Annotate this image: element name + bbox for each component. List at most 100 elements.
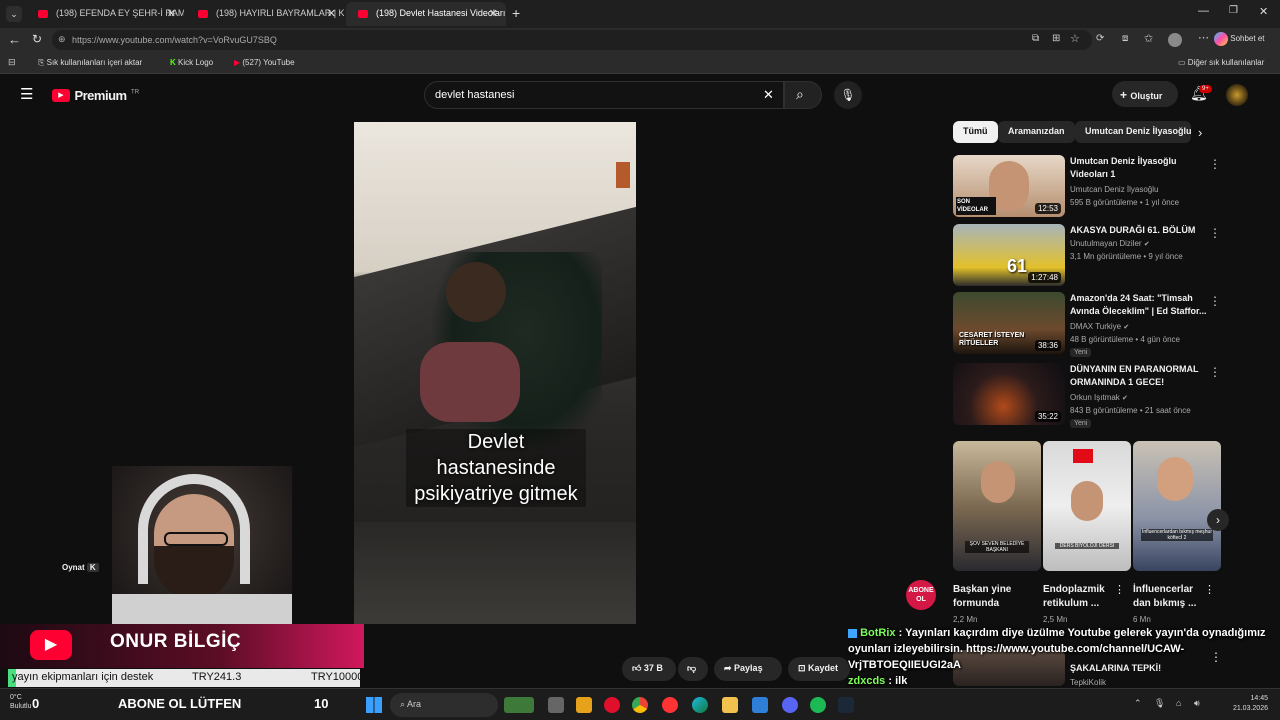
- short-more-options-icon[interactable]: ⋮: [1114, 583, 1125, 596]
- more-options-icon[interactable]: ⋮: [1209, 157, 1221, 171]
- bookmark-import[interactable]: ⎘ Sık kullanılanları içeri aktar: [38, 58, 142, 68]
- video-title[interactable]: AKASYA DURAĞI 61. BÖLÜM: [1070, 224, 1208, 237]
- dislike-button[interactable]: 👎︎: [678, 657, 708, 681]
- shorts-next-arrow-icon[interactable]: ›: [1207, 509, 1229, 531]
- donation-text: yayın ekipmanları için destek: [12, 671, 154, 683]
- chrome-icon[interactable]: [632, 697, 648, 713]
- channel-name[interactable]: Orkun Işıtmak ✔: [1070, 393, 1210, 402]
- tab-actions-chevron-icon[interactable]: ⌄: [6, 6, 22, 22]
- system-tray-chevron-icon[interactable]: ⌃: [1134, 698, 1142, 709]
- network-icon[interactable]: ⌂: [1176, 698, 1181, 708]
- maximize-icon[interactable]: ❐: [1229, 5, 1238, 16]
- collections-icon[interactable]: ⋯: [1198, 31, 1209, 44]
- search-input[interactable]: devlet hastanesi ✕: [424, 81, 784, 109]
- profile-avatar[interactable]: [1168, 33, 1182, 47]
- tab-hayirli-bayramlar[interactable]: (198) HAYIRLI BAYRAMLAR | Kanse ✕: [186, 2, 344, 26]
- more-options-icon[interactable]: ⋮: [1209, 294, 1221, 308]
- site-info-icon[interactable]: ⊕: [58, 34, 66, 45]
- volume-icon[interactable]: 🔊︎: [1194, 698, 1200, 709]
- taskbar-app-icon[interactable]: [576, 697, 592, 713]
- recommendation-item[interactable]: 61 1:27:48 AKASYA DURAĞI 61. BÖLÜM Unutu…: [953, 224, 1223, 288]
- refresh-page-icon[interactable]: ⟳: [1096, 33, 1104, 44]
- video-thumbnail[interactable]: SON VİDEOLAR 12:53: [953, 155, 1065, 217]
- voice-search-mic-icon[interactable]: 🎙: [834, 81, 862, 109]
- task-view-icon[interactable]: [548, 697, 564, 713]
- split-screen-icon[interactable]: ⧈: [1122, 33, 1128, 44]
- extensions-icon[interactable]: ⊞: [1052, 33, 1060, 44]
- bookmark-youtube[interactable]: ▶ (527) YouTube: [234, 58, 295, 67]
- search-button[interactable]: ⌕: [784, 81, 822, 109]
- close-tab-icon[interactable]: ✕: [167, 7, 176, 20]
- menu-hamburger-icon[interactable]: ☰: [20, 85, 33, 103]
- video-title[interactable]: Umutcan Deniz İlyasoğlu Videoları 1: [1070, 155, 1208, 181]
- taskbar-app-icon[interactable]: [504, 697, 534, 713]
- weather-widget[interactable]: 0°C Bulutlu: [10, 693, 31, 711]
- channel-name[interactable]: DMAX Turkiye ✔: [1070, 322, 1210, 331]
- video-thumbnail[interactable]: 61 1:27:48: [953, 224, 1065, 286]
- chips-next-arrow-icon[interactable]: ›: [1198, 125, 1202, 140]
- video-thumbnail[interactable]: 35:22: [953, 363, 1065, 425]
- bookmark-kick-logo[interactable]: K Kick Logo: [170, 58, 213, 67]
- new-tab-plus-icon[interactable]: +: [512, 5, 520, 21]
- spotify-icon[interactable]: [810, 697, 826, 713]
- clear-search-icon[interactable]: ✕: [763, 87, 774, 103]
- minimize-icon[interactable]: —: [1198, 5, 1209, 17]
- short-title[interactable]: Endoplazmik retikulum ...: [1043, 583, 1113, 611]
- channel-name[interactable]: Umutcan Deniz İlyasoğlu: [1070, 185, 1210, 194]
- short-more-options-icon[interactable]: ⋮: [1204, 583, 1215, 596]
- close-tab-icon[interactable]: ✕: [489, 7, 498, 20]
- opera-icon[interactable]: [604, 697, 620, 713]
- favorites-icon[interactable]: ✩: [1144, 32, 1153, 45]
- short-title[interactable]: Başkan yine formunda: [953, 583, 1023, 611]
- microphone-tray-icon[interactable]: 🎙: [1154, 698, 1165, 709]
- url-field[interactable]: ⊕ https://www.youtube.com/watch?v=VoRvuG…: [52, 30, 1092, 50]
- taskbar-search[interactable]: ⌕ Ara: [390, 693, 498, 717]
- chip-from-search[interactable]: Aramanızdan: [998, 121, 1075, 143]
- address-bar-row: ← ↻ ⊕ https://www.youtube.com/watch?v=Vo…: [0, 28, 1280, 52]
- recommendation-item[interactable]: SON VİDEOLAR 12:53 Umutcan Deniz İlyasoğ…: [953, 155, 1223, 219]
- discord-icon[interactable]: [782, 697, 798, 713]
- create-button[interactable]: + Oluştur: [1112, 81, 1178, 107]
- youtube-logo[interactable]: ▶ Premium TR: [52, 87, 139, 105]
- translate-icon[interactable]: ⧉: [1032, 33, 1039, 44]
- recommendation-item[interactable]: 35:22 DÜNYANIN EN PARANORMAL ORMANINDA 1…: [953, 363, 1223, 429]
- yandex-icon[interactable]: [662, 697, 678, 713]
- steam-icon[interactable]: [838, 697, 854, 713]
- like-button[interactable]: 👍︎ 37 B: [622, 657, 676, 681]
- share-button[interactable]: ➦ Paylaş: [714, 657, 782, 681]
- other-bookmarks[interactable]: ▭ Diğer sık kullanılanlar: [1178, 58, 1264, 67]
- tab-efenda[interactable]: (198) EFENDA EY ŞEHR-İ RAMAZAN ✕: [26, 2, 184, 26]
- tab-actions-icon[interactable]: ⊟: [8, 57, 16, 68]
- account-avatar[interactable]: [1226, 84, 1248, 106]
- close-tab-icon[interactable]: ✕: [327, 7, 336, 20]
- file-explorer-icon[interactable]: [722, 697, 738, 713]
- more-options-icon[interactable]: ⋮: [1209, 365, 1221, 379]
- chat-text: ilk: [895, 675, 908, 687]
- back-arrow-icon[interactable]: ←: [8, 32, 21, 47]
- favorite-star-icon[interactable]: ☆: [1070, 32, 1080, 45]
- video-thumbnail[interactable]: CESARET İSTEYEN RİTÜELLER 38:36: [953, 292, 1065, 354]
- chat-message: zdxcds : ilk: [848, 675, 908, 687]
- kick-icon: K: [170, 58, 178, 67]
- refresh-icon[interactable]: ↻: [32, 32, 42, 46]
- store-icon[interactable]: [752, 697, 768, 713]
- start-windows-icon[interactable]: [366, 697, 382, 713]
- copilot-chat-button[interactable]: Sohbet et: [1214, 32, 1264, 46]
- tab-devlet-hastanesi[interactable]: (198) Devlet Hastanesi Videoları - ✕: [346, 2, 506, 26]
- more-options-icon[interactable]: ⋮: [1209, 226, 1221, 240]
- chip-all[interactable]: Tümü: [953, 121, 998, 143]
- short-title[interactable]: İnfluencerlar dan bıkmış ...: [1133, 583, 1203, 611]
- recommendation-item[interactable]: CESARET İSTEYEN RİTÜELLER 38:36 Amazon'd…: [953, 292, 1223, 358]
- short-thumbnail[interactable]: DERS BİYOLOJİ DERSİ: [1043, 441, 1131, 571]
- video-player[interactable]: Devlet hastanesinde psikiyatriye gitmek: [354, 122, 636, 624]
- video-title[interactable]: Amazon'da 24 Saat: "Timsah Avında Ölecek…: [1070, 292, 1208, 318]
- short-thumbnail[interactable]: İnfluencerlardan bıkmış meşhur köftecİ 2: [1133, 441, 1221, 571]
- chip-channel[interactable]: Umutcan Deniz İlyasoğlu: [1075, 121, 1191, 143]
- channel-name[interactable]: Unutulmayan Diziler ✔: [1070, 239, 1210, 248]
- clock[interactable]: 14:45 21.03.2026: [1226, 694, 1268, 714]
- edge-icon[interactable]: [692, 697, 708, 713]
- close-window-icon[interactable]: ✕: [1259, 5, 1268, 18]
- video-title[interactable]: DÜNYANIN EN PARANORMAL ORMANINDA 1 GECE!: [1070, 363, 1208, 389]
- save-button[interactable]: ⊡ Kaydet: [788, 657, 850, 681]
- short-thumbnail[interactable]: ŞOV SEVEN BELEDİYE BAŞKANI: [953, 441, 1041, 571]
